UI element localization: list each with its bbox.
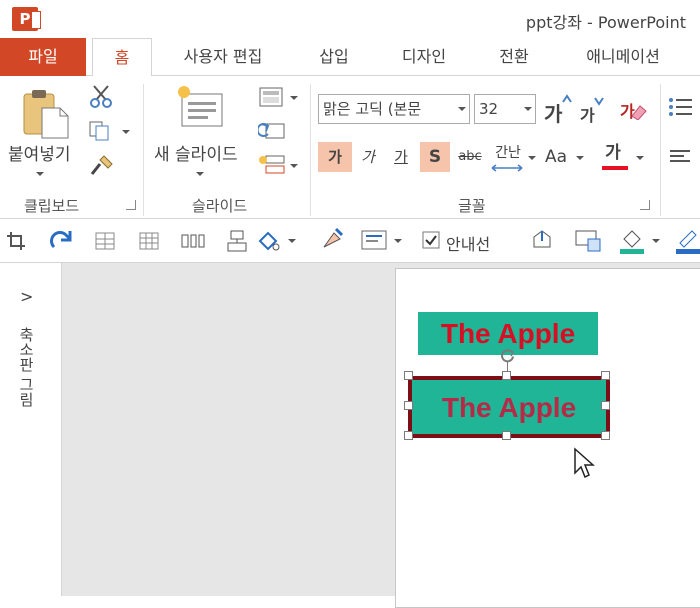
italic-button[interactable]: 가 — [356, 142, 380, 172]
change-case-dropdown-icon[interactable] — [576, 156, 584, 160]
group-separator — [660, 84, 661, 216]
edit-shape-icon[interactable] — [256, 229, 284, 253]
screen-clipping-icon[interactable] — [574, 227, 602, 253]
resize-handle-top[interactable] — [502, 371, 511, 380]
resize-handle-right[interactable] — [601, 401, 610, 410]
resize-handle-bottom-left[interactable] — [404, 431, 413, 440]
shape-outline-icon[interactable] — [674, 225, 700, 255]
paste-label[interactable]: 붙여넣기 — [8, 140, 71, 165]
underline-button[interactable]: 가 — [388, 142, 414, 172]
title-bar: P ppt강좌 - PowerPoint — [0, 0, 700, 38]
edit-shape-dropdown-icon[interactable] — [288, 239, 296, 243]
shape-fill-3d-icon[interactable] — [528, 227, 556, 253]
table-grid-icon[interactable] — [138, 231, 160, 251]
custom-toolbar: 안내선 — [0, 219, 700, 263]
font-size-dropdown-icon[interactable] — [524, 107, 532, 111]
change-case-button[interactable]: Aa — [538, 142, 574, 172]
apple-text-shape-selected-label[interactable]: The Apple — [412, 388, 606, 428]
thumbnail-pane-label: 축소판 그림 — [17, 327, 35, 407]
text-box-icon[interactable] — [360, 229, 388, 251]
tab-file[interactable]: 파일 — [0, 38, 86, 76]
section-dropdown-icon[interactable] — [290, 164, 298, 168]
copy-dropdown-icon[interactable] — [122, 130, 130, 134]
new-slide-dropdown-icon[interactable] — [196, 172, 204, 176]
group-separator — [310, 84, 311, 216]
tab-animations[interactable]: 애니메이션 — [560, 38, 686, 76]
ribbon-tab-bar: 파일 홈 사용자 편집 삽입 디자인 전환 애니메이션 — [0, 38, 700, 77]
expand-thumbnails-button[interactable]: > — [20, 287, 33, 306]
slides-group-label: 슬라이드 — [192, 197, 248, 215]
eraser-icon — [631, 105, 647, 120]
tab-home[interactable]: 홈 — [92, 38, 152, 77]
redo-icon[interactable] — [50, 229, 74, 251]
font-name-combobox[interactable]: 맑은 고딕 (본문 — [318, 94, 470, 124]
paste-dropdown-icon[interactable] — [36, 172, 44, 176]
resize-handle-top-right[interactable] — [601, 371, 610, 380]
format-shape-icon[interactable] — [318, 227, 344, 253]
text-shadow-button[interactable]: S — [420, 142, 450, 172]
spacing-arrows-icon — [491, 164, 523, 172]
format-painter-icon[interactable] — [90, 154, 114, 176]
copy-icon[interactable] — [88, 120, 114, 142]
resize-handle-bottom-right[interactable] — [601, 431, 610, 440]
resize-handle-bottom[interactable] — [502, 431, 511, 440]
layout-dropdown-icon[interactable] — [290, 96, 298, 100]
font-name-dropdown-icon[interactable] — [458, 107, 466, 111]
cut-icon[interactable] — [88, 84, 114, 108]
group-separator — [143, 84, 144, 216]
clipboard-group-label: 클립보드 — [24, 197, 80, 215]
font-group-label: 글꼴 — [458, 197, 486, 215]
layout-icon[interactable] — [258, 86, 284, 108]
paste-icon[interactable] — [20, 86, 70, 140]
crop-icon[interactable] — [6, 231, 26, 251]
shrink-font-button[interactable]: 가 — [580, 102, 595, 126]
new-slide-label[interactable]: 새 슬라이드 — [154, 140, 238, 165]
guides-label[interactable]: 안내선 — [446, 231, 490, 255]
ribbon: 붙여넣기 클립보드 새 슬라이드 슬라이드 맑은 고딕 (본문 32 가 가 가… — [0, 76, 700, 219]
font-color-dropdown-icon[interactable] — [636, 156, 644, 160]
tab-custom[interactable]: 사용자 편집 — [160, 38, 286, 76]
powerpoint-logo-icon: P — [12, 7, 41, 31]
rotate-handle-icon[interactable] — [499, 348, 516, 365]
tab-insert[interactable]: 삽입 — [300, 38, 368, 76]
guides-checkbox[interactable] — [422, 231, 440, 249]
section-icon[interactable] — [258, 154, 286, 176]
tab-transitions[interactable]: 전환 — [482, 38, 546, 76]
reset-slide-icon[interactable] — [258, 120, 286, 142]
bullets-icon[interactable] — [668, 96, 692, 118]
new-slide-icon[interactable] — [176, 84, 224, 130]
align-left-icon[interactable] — [668, 148, 692, 166]
grow-arrow-icon — [562, 94, 572, 103]
shape-fill-dropdown-icon[interactable] — [652, 239, 660, 243]
text-box-dropdown-icon[interactable] — [394, 239, 402, 243]
group-objects-icon[interactable] — [226, 229, 248, 253]
shrink-arrow-icon — [594, 97, 604, 106]
grow-font-button[interactable]: 가 — [544, 98, 562, 127]
clipboard-launcher-icon[interactable] — [126, 200, 136, 210]
tab-design[interactable]: 디자인 — [382, 38, 466, 76]
table-rows-icon[interactable] — [94, 231, 116, 251]
font-color-button[interactable]: 가 — [598, 138, 628, 168]
window-title: ppt강좌 - PowerPoint — [525, 13, 686, 32]
spacing-dropdown-icon[interactable] — [528, 156, 536, 160]
bold-button[interactable]: 가 — [318, 142, 352, 172]
distribute-icon[interactable] — [180, 231, 206, 251]
shape-fill-icon[interactable] — [618, 225, 646, 255]
strikethrough-button[interactable]: abc — [454, 142, 486, 172]
resize-handle-top-left[interactable] — [404, 371, 413, 380]
font-launcher-icon[interactable] — [640, 200, 650, 210]
font-color-swatch — [602, 166, 628, 170]
thumbnail-pane: > 축소판 그림 — [0, 263, 62, 596]
mouse-pointer-icon — [574, 447, 595, 479]
resize-handle-left[interactable] — [404, 401, 413, 410]
